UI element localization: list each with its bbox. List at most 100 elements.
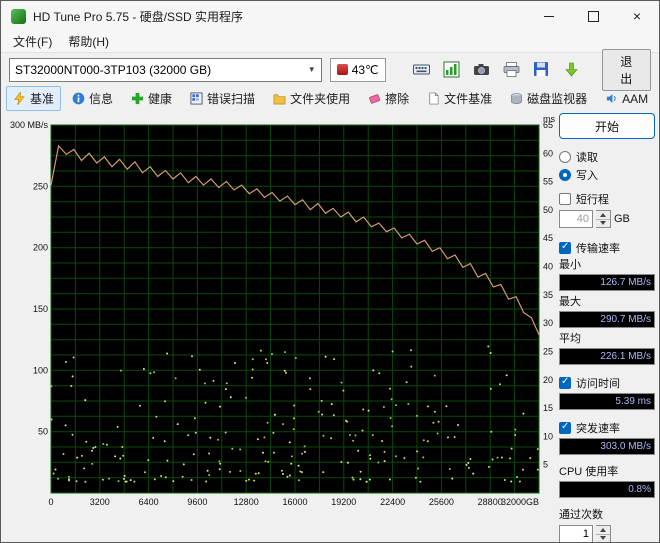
svg-text:200: 200 <box>33 243 48 253</box>
exit-button[interactable]: 退出 <box>601 48 651 91</box>
app-icon <box>11 8 26 24</box>
disk-icon <box>510 92 523 105</box>
menu-item-0[interactable]: 文件(F) <box>5 31 60 52</box>
svg-text:50: 50 <box>38 427 48 437</box>
toolbar-icons <box>410 58 584 82</box>
tab-label: 文件基准 <box>444 92 493 106</box>
tab-file[interactable]: 文件基准 <box>420 86 499 111</box>
short-stroke-checkbox[interactable]: 短行程 <box>559 190 655 208</box>
title-bar: HD Tune Pro 5.75 - 硬盘/SSD 实用程序 × <box>1 1 659 31</box>
spin-up-icon[interactable] <box>596 211 610 219</box>
svg-text:55: 55 <box>543 177 553 187</box>
short-stroke-stepper[interactable] <box>596 210 611 228</box>
drive-selector[interactable]: ST32000NT000-3TP103 (32000 GB) ▼ <box>9 57 322 82</box>
read-radio[interactable]: 读取 <box>559 148 655 166</box>
menu-item-1[interactable]: 帮助(H) <box>60 31 117 52</box>
read-radio-label: 读取 <box>576 152 598 164</box>
short-stroke-size-row: GB <box>559 209 655 229</box>
min-value: 126.7 MB/s <box>559 274 655 291</box>
tab-aam[interactable]: AAM <box>598 88 655 110</box>
spin-up-icon[interactable] <box>596 526 610 534</box>
max-label: 最大 <box>559 296 581 308</box>
close-icon: × <box>632 8 642 24</box>
pass-count-stepper[interactable] <box>596 525 611 543</box>
access-time-checkbox[interactable]: 访问时间 <box>559 374 655 392</box>
scan-icon <box>190 92 203 105</box>
spin-down-icon[interactable] <box>596 218 610 228</box>
tab-label: 基准 <box>30 92 55 106</box>
tab-bolt[interactable]: 基准 <box>6 86 62 111</box>
temperature-icon <box>336 64 348 75</box>
svg-text:6400: 6400 <box>139 497 159 507</box>
maximize-icon <box>587 10 599 22</box>
burst-rate-value: 303.0 MB/s <box>559 438 655 455</box>
aam-icon <box>605 92 618 105</box>
keyboard-icon[interactable] <box>410 58 434 82</box>
checkbox-icon <box>559 376 571 389</box>
svg-text:150: 150 <box>33 304 48 314</box>
svg-text:20: 20 <box>543 375 553 385</box>
short-stroke-size-input[interactable] <box>559 210 593 228</box>
tab-folder[interactable]: 文件夹使用 <box>266 86 357 111</box>
transfer-rate-checkbox[interactable]: 传输速率 <box>559 239 655 257</box>
spin-down-icon[interactable] <box>596 533 610 543</box>
svg-text:32000GB: 32000GB <box>501 497 539 507</box>
svg-text:40: 40 <box>543 262 553 272</box>
pass-count-row <box>559 524 655 543</box>
svg-text:0: 0 <box>48 497 53 507</box>
short-stroke-unit-label: GB <box>614 213 630 225</box>
cpu-usage-label: CPU 使用率 <box>559 466 619 478</box>
minimize-button[interactable] <box>527 1 571 31</box>
tab-scan[interactable]: 错误扫描 <box>183 86 262 111</box>
svg-text:25600: 25600 <box>429 497 454 507</box>
drive-selector-value: ST32000NT000-3TP103 (32000 GB) <box>15 62 212 77</box>
pass-count-input[interactable] <box>559 525 593 542</box>
tab-disk[interactable]: 磁盘监视器 <box>503 86 594 111</box>
svg-text:250: 250 <box>33 181 48 191</box>
tab-label: 信息 <box>89 92 114 106</box>
chart-icon[interactable] <box>440 58 464 82</box>
window-title: HD Tune Pro 5.75 - 硬盘/SSD 实用程序 <box>33 9 244 24</box>
save-icon[interactable] <box>530 58 554 82</box>
download-icon[interactable] <box>560 58 584 82</box>
access-time-value: 5.39 ms <box>559 393 655 410</box>
svg-text:3200: 3200 <box>90 497 110 507</box>
chevron-down-icon: ▼ <box>307 65 316 74</box>
tab-health[interactable]: 健康 <box>124 86 179 111</box>
health-icon <box>131 92 144 105</box>
checkbox-icon <box>559 241 571 254</box>
pass-count-label: 通过次数 <box>559 509 603 521</box>
tab-label: 健康 <box>148 92 173 106</box>
svg-text:50: 50 <box>543 205 553 215</box>
burst-rate-checkbox[interactable]: 突发速率 <box>559 419 655 437</box>
camera-icon[interactable] <box>470 58 494 82</box>
burst-rate-label: 突发速率 <box>576 423 620 435</box>
checkbox-icon <box>559 193 571 205</box>
short-stroke-label: 短行程 <box>576 194 609 206</box>
radio-icon <box>559 151 571 163</box>
svg-text:9600: 9600 <box>187 497 207 507</box>
tab-erase[interactable]: 擦除 <box>361 86 416 111</box>
main-content: 300 MB/s 250 200 150 100 50 ms 65 60 55 50 45 40 35 30… <box>1 111 659 543</box>
svg-text:25: 25 <box>543 347 553 357</box>
svg-text:100: 100 <box>33 365 48 375</box>
cpu-usage-value: 0.8% <box>559 481 655 498</box>
minimize-icon <box>544 15 554 17</box>
avg-value: 226.1 MB/s <box>559 348 655 365</box>
write-radio[interactable]: 写入 <box>559 166 655 184</box>
svg-text:300 MB/s: 300 MB/s <box>10 120 49 130</box>
menu-bar: 文件(F) 帮助(H) <box>1 31 659 53</box>
avg-label: 平均 <box>559 333 581 345</box>
tab-info[interactable]: 信息 <box>65 86 120 111</box>
close-button[interactable]: × <box>615 1 659 31</box>
svg-text:19200: 19200 <box>331 497 356 507</box>
printer-icon[interactable] <box>500 58 524 82</box>
svg-text:22400: 22400 <box>380 497 405 507</box>
maximize-button[interactable] <box>571 1 615 31</box>
svg-text:45: 45 <box>543 233 553 243</box>
svg-text:35: 35 <box>543 290 553 300</box>
transfer-rate-label: 传输速率 <box>576 243 620 255</box>
toolbar: ST32000NT000-3TP103 (32000 GB) ▼ 43℃ 退出 <box>1 48 659 91</box>
start-button[interactable]: 开始 <box>559 113 655 139</box>
bolt-icon <box>13 92 26 105</box>
